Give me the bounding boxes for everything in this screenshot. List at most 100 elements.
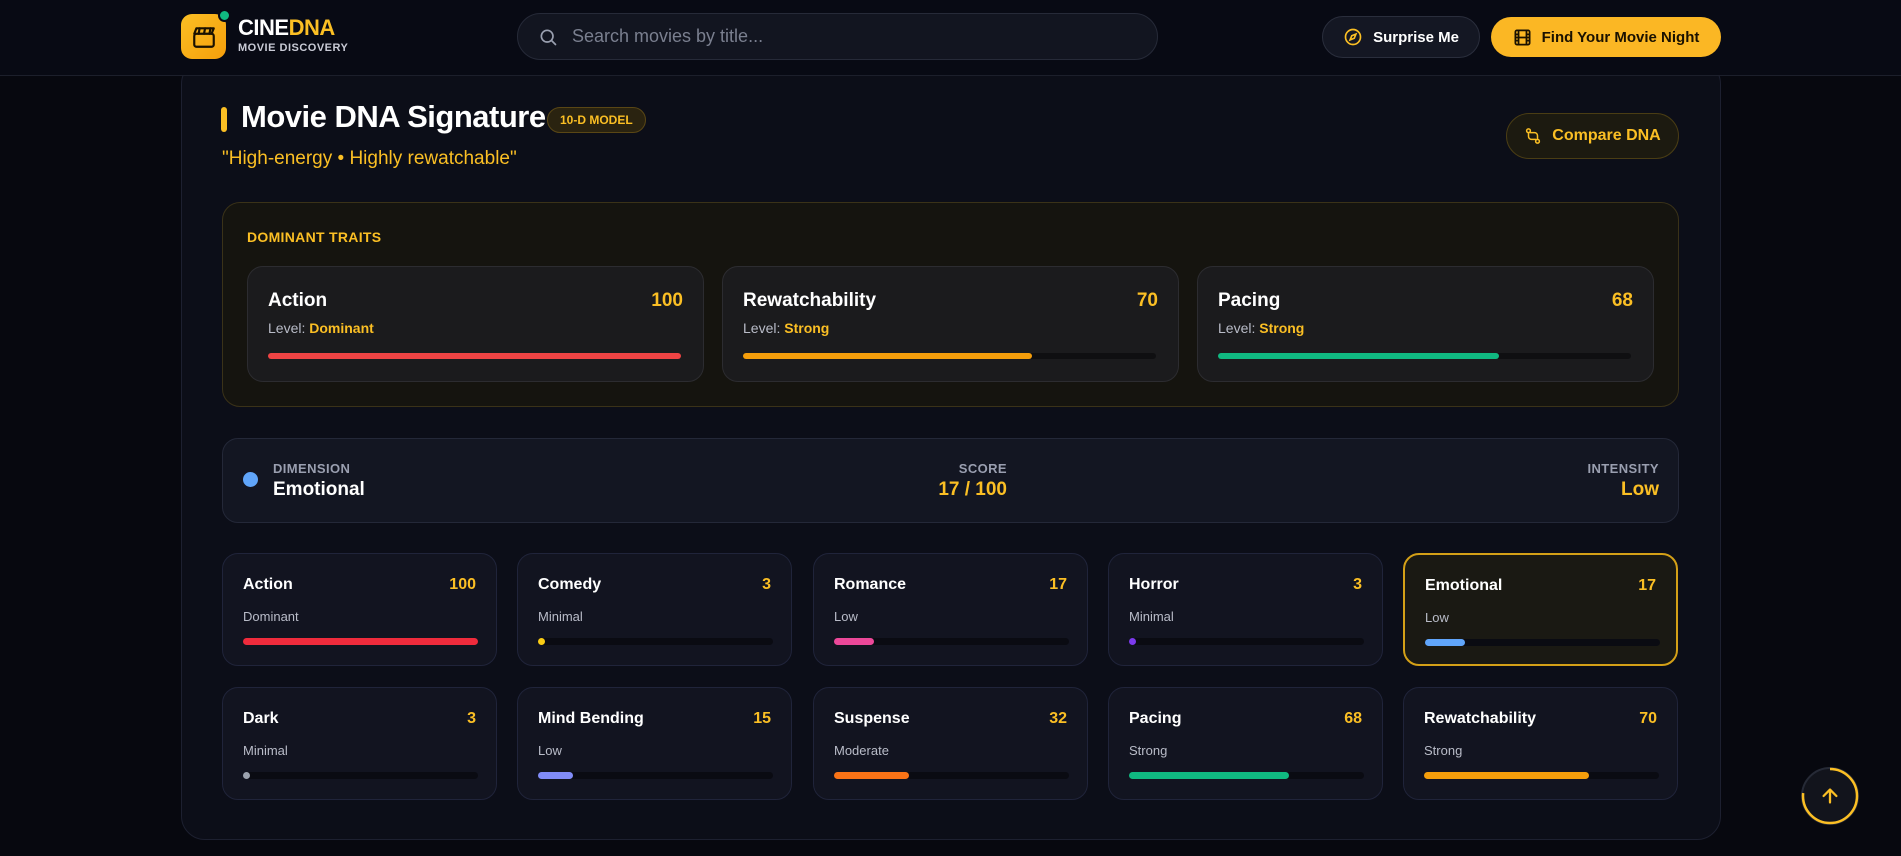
- dimension-score: 3: [1353, 576, 1362, 593]
- dimension-bar-track: [834, 638, 1069, 645]
- dimension-card[interactable]: Pacing 68 Strong: [1108, 687, 1383, 800]
- dimension-name: Rewatchability: [1424, 710, 1537, 727]
- trait-bar-fill: [1218, 353, 1499, 359]
- dimension-bar-track: [834, 772, 1069, 779]
- dimension-card[interactable]: Dark 3 Minimal: [222, 687, 497, 800]
- dimension-name: Horror: [1129, 576, 1179, 593]
- dimension-score: 3: [762, 576, 771, 593]
- trait-bar-fill: [268, 353, 681, 359]
- top-header: CINEDNA MOVIE DISCOVERY Surprise Me Find…: [0, 0, 1901, 76]
- dimension-score: 70: [1639, 710, 1657, 727]
- trait-level: Level: Strong: [743, 320, 829, 336]
- search-input[interactable]: [572, 26, 1132, 47]
- dimension-bar-track: [1129, 772, 1364, 779]
- page-title: Movie DNA Signature: [241, 99, 546, 134]
- dimension-level: Strong: [1424, 743, 1463, 758]
- search-bar[interactable]: [517, 13, 1158, 60]
- dimension-label: DIMENSION: [273, 461, 351, 476]
- dimension-bar-fill: [1129, 772, 1289, 779]
- dimension-bar-fill: [538, 772, 574, 779]
- trait-level-value: Strong: [784, 320, 830, 336]
- dimension-name: Dark: [243, 710, 279, 727]
- dominant-trait-card[interactable]: Pacing 68 Level: Strong: [1197, 266, 1654, 382]
- dimension-card[interactable]: Comedy 3 Minimal: [517, 553, 792, 666]
- dimension-card[interactable]: Romance 17 Low: [813, 553, 1088, 666]
- dimension-bar-fill: [538, 638, 546, 645]
- trait-level-value: Strong: [1259, 320, 1305, 336]
- scroll-to-top-button[interactable]: [1801, 767, 1859, 825]
- dimension-level: Strong: [1129, 743, 1168, 758]
- dimension-card[interactable]: Horror 3 Minimal: [1108, 553, 1383, 666]
- dimension-card[interactable]: Suspense 32 Moderate: [813, 687, 1088, 800]
- level-prefix: Level:: [743, 320, 785, 336]
- dimension-color-dot: [243, 472, 258, 487]
- brand-part1: CINE: [238, 15, 289, 40]
- dominant-trait-card[interactable]: Action 100 Level: Dominant: [247, 266, 704, 382]
- intensity-value: Low: [1621, 479, 1659, 500]
- clapperboard-icon: [192, 26, 215, 48]
- online-indicator: [218, 9, 231, 22]
- dimension-bar-fill: [1424, 772, 1589, 779]
- brand-part2: DNA: [288, 15, 336, 40]
- dimension-card[interactable]: Mind Bending 15 Low: [517, 687, 792, 800]
- level-prefix: Level:: [268, 320, 310, 336]
- dimension-name: Romance: [834, 576, 907, 593]
- dimension-bar-fill: [1129, 638, 1137, 645]
- dimension-bar-track: [1424, 772, 1659, 779]
- compare-dna-button[interactable]: Compare DNA: [1506, 113, 1679, 159]
- trait-bar-fill: [743, 353, 1033, 359]
- dimension-level: Dominant: [243, 609, 299, 624]
- dimension-level: Minimal: [538, 609, 583, 624]
- dimension-score: 15: [753, 710, 771, 727]
- dimension-card[interactable]: Emotional 17 Low: [1403, 553, 1678, 666]
- dimension-name: Comedy: [538, 576, 602, 593]
- brand-name[interactable]: CINEDNA: [238, 15, 335, 41]
- dimension-score: 32: [1049, 710, 1067, 727]
- dimension-card[interactable]: Rewatchability 70 Strong: [1403, 687, 1678, 800]
- trait-name: Rewatchability: [743, 290, 877, 311]
- dominant-trait-card[interactable]: Rewatchability 70 Level: Strong: [722, 266, 1179, 382]
- trait-score: 68: [1611, 290, 1633, 311]
- trait-level: Level: Strong: [1218, 320, 1304, 336]
- dimension-card[interactable]: Action 100 Dominant: [222, 553, 497, 666]
- dimension-level: Low: [538, 743, 562, 758]
- dimension-score: 3: [467, 710, 476, 727]
- trait-score: 100: [651, 290, 683, 311]
- trait-bar-track: [743, 353, 1156, 359]
- score-label: SCORE: [958, 461, 1007, 476]
- trait-level-value: Dominant: [309, 320, 374, 336]
- score-value: 17 / 100: [938, 479, 1007, 500]
- find-movie-night-button[interactable]: Find Your Movie Night: [1491, 17, 1721, 57]
- surprise-me-button[interactable]: Surprise Me: [1322, 16, 1480, 58]
- title-accent: [221, 107, 227, 132]
- dimension-value: Emotional: [273, 479, 365, 500]
- dimension-bar-fill: [1425, 639, 1465, 646]
- dimension-score: 68: [1344, 710, 1362, 727]
- dimension-level: Low: [1425, 610, 1449, 625]
- dimension-bar-fill: [834, 772, 910, 779]
- film-icon: [1514, 29, 1531, 45]
- compare-dna-label: Compare DNA: [1552, 127, 1661, 144]
- trait-bar-track: [1218, 353, 1631, 359]
- dimension-bar-track: [538, 772, 773, 779]
- trait-bar-track: [268, 353, 681, 359]
- logo[interactable]: [181, 14, 226, 59]
- progress-ring: [1801, 767, 1859, 825]
- dimension-name: Emotional: [1425, 577, 1503, 594]
- dimension-score: 17: [1049, 576, 1067, 593]
- dimension-bar-track: [243, 638, 478, 645]
- trait-score: 70: [1136, 290, 1158, 311]
- dimension-level: Moderate: [834, 743, 889, 758]
- dimension-bar-track: [1129, 638, 1364, 645]
- brand-subtitle: MOVIE DISCOVERY: [238, 42, 349, 54]
- dimension-bar-fill: [834, 638, 874, 645]
- dimension-score: 17: [1638, 577, 1656, 594]
- dimension-name: Suspense: [834, 710, 910, 727]
- dimension-name: Pacing: [1129, 710, 1182, 727]
- model-badge: 10-D MODEL: [547, 107, 646, 133]
- dimension-name: Mind Bending: [538, 710, 644, 727]
- intensity-label: INTENSITY: [1587, 461, 1659, 476]
- surprise-me-label: Surprise Me: [1373, 28, 1459, 46]
- search-icon: [540, 29, 557, 45]
- dimension-level: Low: [834, 609, 858, 624]
